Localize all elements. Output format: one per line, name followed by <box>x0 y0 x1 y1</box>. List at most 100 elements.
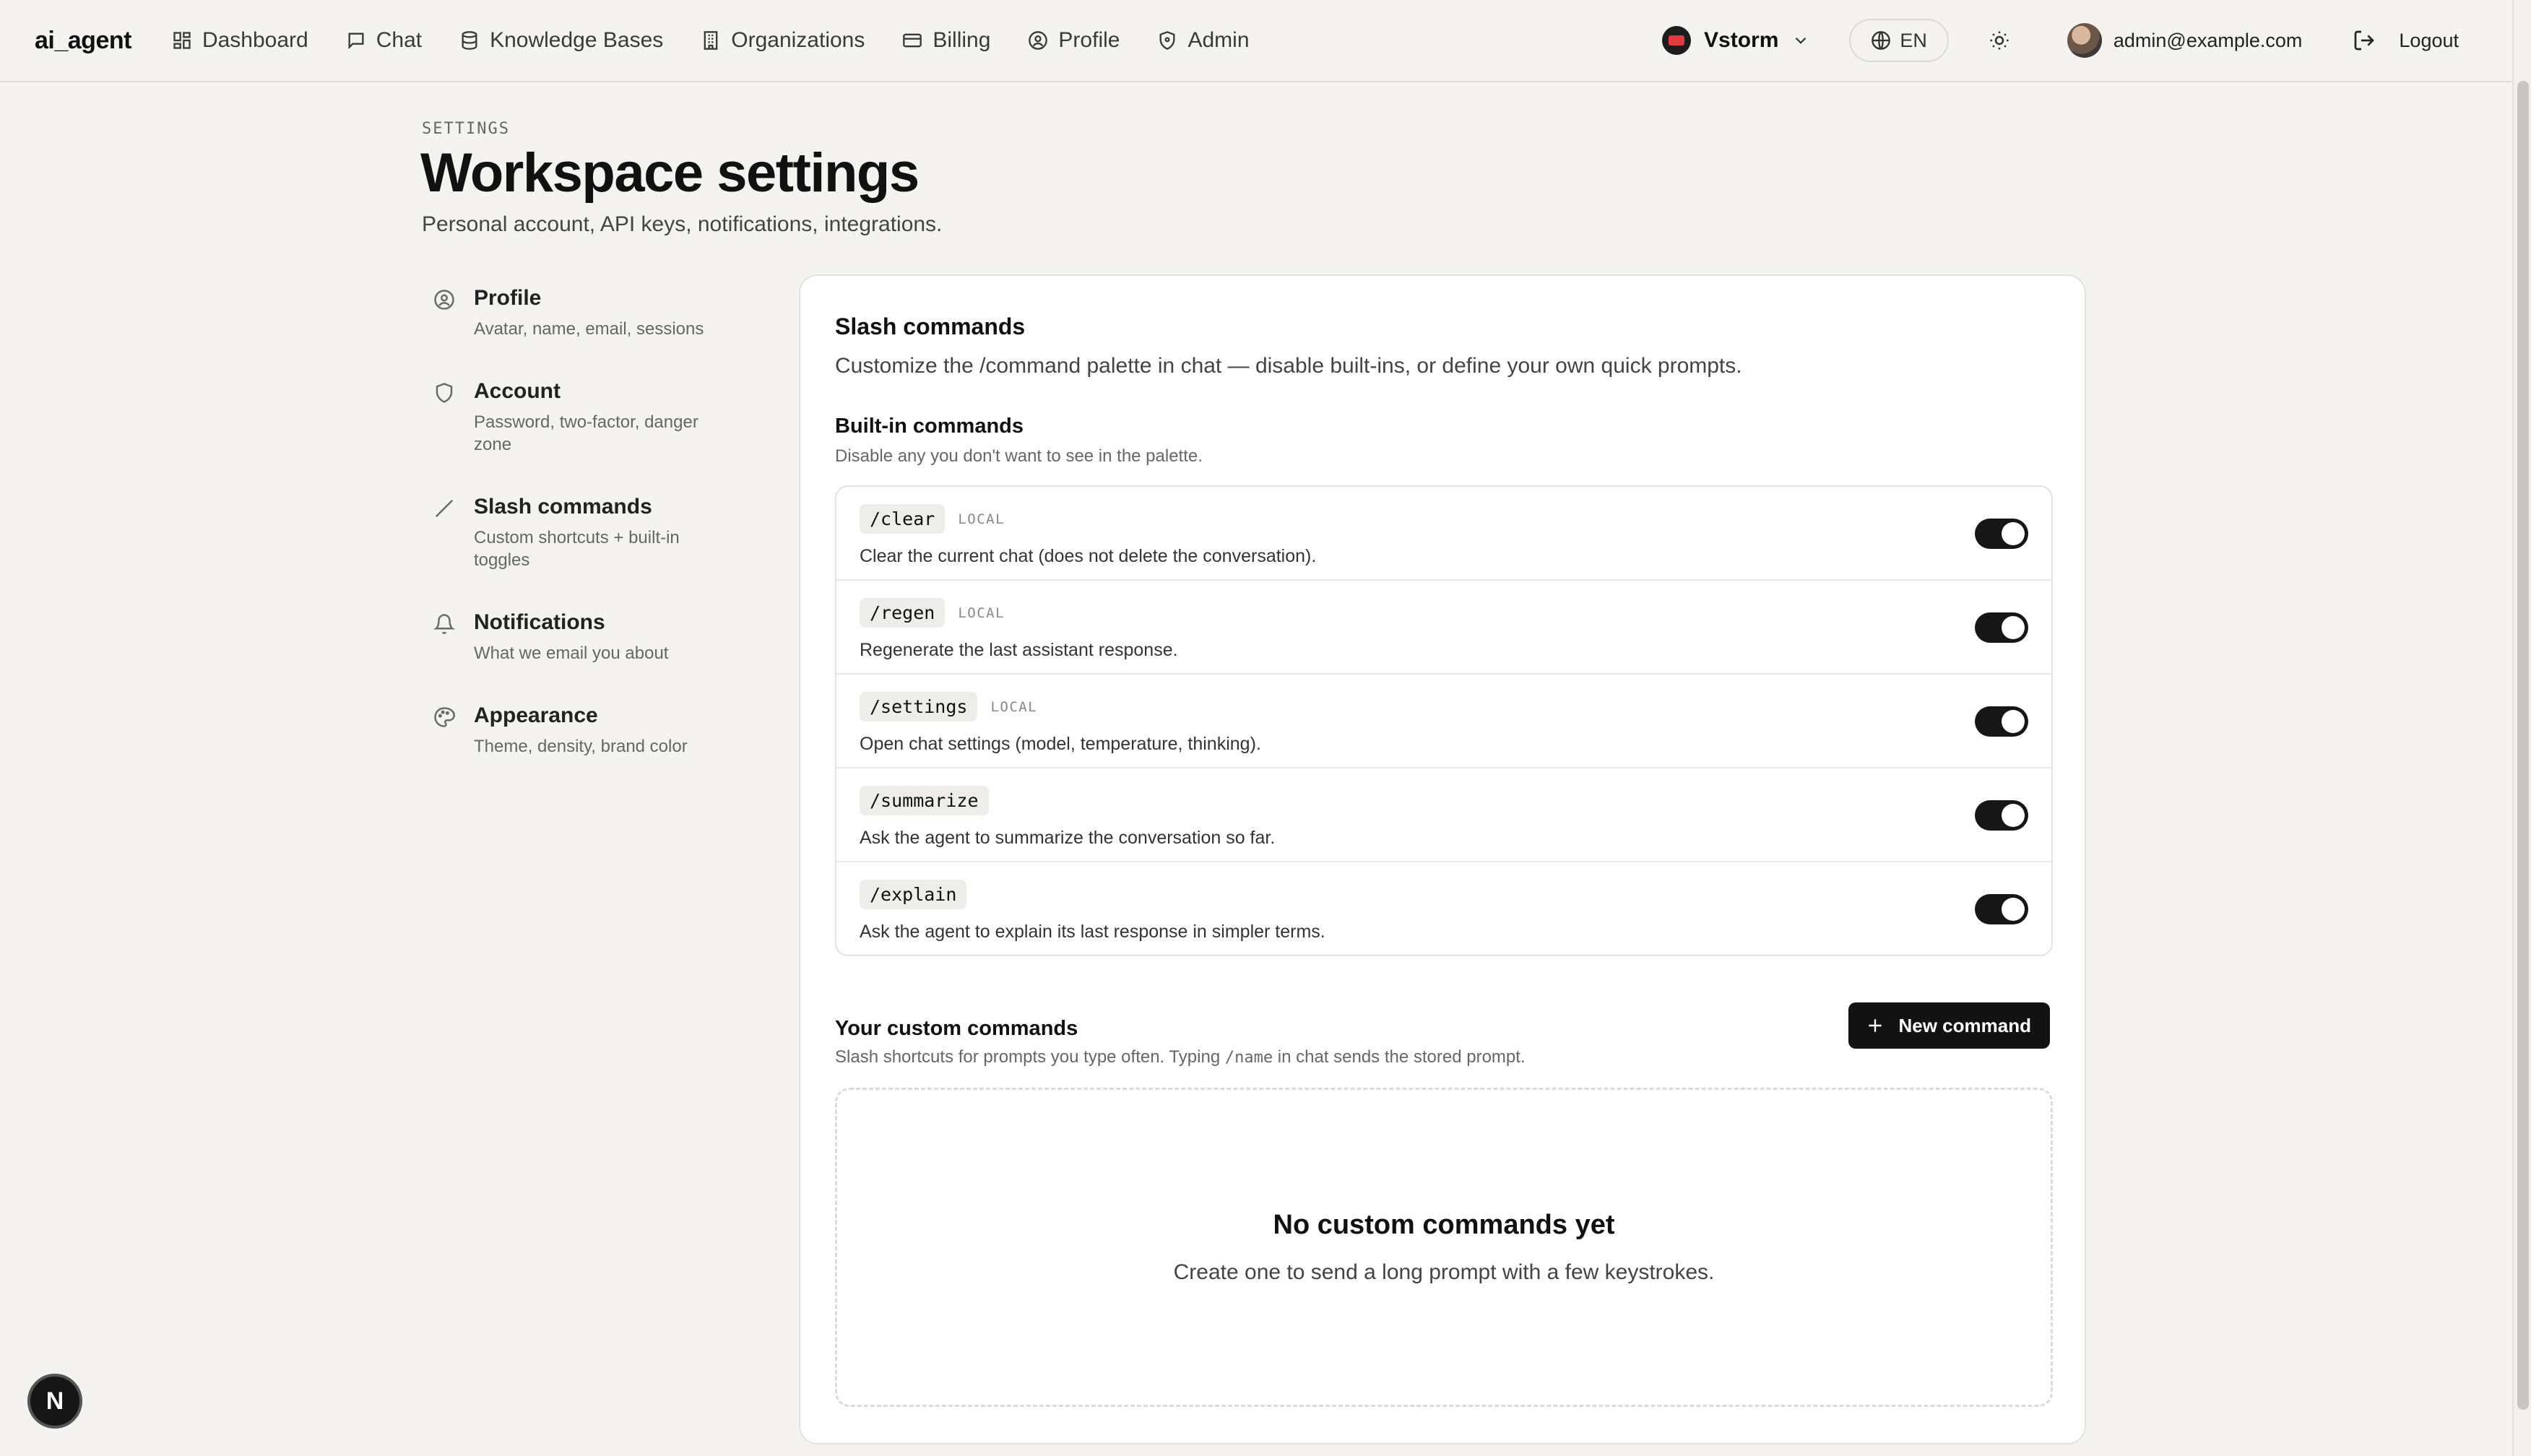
top-navbar: ai_agent Dashboard Chat Knowledge Bases … <box>0 0 2512 82</box>
slash-commands-panel: Slash commands Customize the /command pa… <box>799 274 2086 1444</box>
list-item: /explain Ask the agent to explain its la… <box>836 862 2051 955</box>
user-email: admin@example.com <box>2113 29 2303 51</box>
page-title: Workspace settings <box>420 142 920 204</box>
command-desc: Ask the agent to explain its last respon… <box>860 922 1325 942</box>
navbar-right: Vstorm EN admin@example.com Logout <box>1662 19 2512 62</box>
shield-icon <box>1159 31 1175 50</box>
nav-label: Admin <box>1187 28 1250 52</box>
panel-subtitle: Customize the /command palette in chat —… <box>835 354 1742 378</box>
org-switcher[interactable]: Vstorm <box>1662 26 1810 55</box>
globe-icon <box>1872 31 1891 50</box>
nav-label: Chat <box>376 28 423 52</box>
nav-billing[interactable]: Billing <box>902 28 990 53</box>
user-circle-icon <box>434 290 454 310</box>
nav-organizations[interactable]: Organizations <box>701 28 865 53</box>
main-nav: Dashboard Chat Knowledge Bases Organizat… <box>172 28 1250 53</box>
app-logo[interactable]: ai_agent <box>35 27 131 55</box>
nav-dashboard[interactable]: Dashboard <box>172 28 308 53</box>
command-name: /summarize <box>860 786 989 815</box>
sidebar-item-desc: Custom shortcuts + built-in toggles <box>474 528 680 570</box>
command-desc: Regenerate the last assistant response. <box>860 640 1178 660</box>
shield-icon <box>436 383 453 403</box>
sidebar-item-slash-commands[interactable]: Slash commands Custom shortcuts + built-… <box>433 495 744 571</box>
settings-sidebar: Profile Avatar, name, email, sessions Ac… <box>433 286 744 797</box>
nav-label: Organizations <box>731 28 865 52</box>
chat-icon <box>348 32 364 50</box>
language-switcher[interactable]: EN <box>1849 19 1949 62</box>
nav-admin[interactable]: Admin <box>1157 28 1250 53</box>
command-toggle[interactable] <box>1975 706 2028 737</box>
card-icon <box>903 33 922 48</box>
nav-label: Profile <box>1058 28 1120 52</box>
sidebar-item-title: Slash commands <box>474 495 652 519</box>
language-label: EN <box>1900 29 1927 51</box>
page-eyebrow: SETTINGS <box>422 120 510 138</box>
chevron-down-icon <box>1796 37 1807 44</box>
command-desc: Clear the current chat (does not delete … <box>860 546 1317 566</box>
nav-label: Billing <box>933 28 991 52</box>
sidebar-item-account[interactable]: Account Password, two-factor, danger zon… <box>433 379 744 456</box>
nav-knowledge-bases[interactable]: Knowledge Bases <box>459 28 663 53</box>
sidebar-item-profile[interactable]: Profile Avatar, name, email, sessions <box>433 286 744 340</box>
list-item: /regen LOCAL Regenerate the last assista… <box>836 581 2051 675</box>
dashboard-icon <box>173 32 191 49</box>
command-tag: LOCAL <box>958 604 1005 621</box>
page-subtitle: Personal account, API keys, notification… <box>422 212 943 236</box>
custom-commands-empty-state: No custom commands yet Create one to sen… <box>835 1088 2053 1407</box>
sidebar-item-desc: Theme, density, brand color <box>474 737 688 756</box>
logout-button[interactable]: Logout <box>2353 29 2459 52</box>
sun-icon <box>1990 31 2009 50</box>
command-name: /regen <box>860 598 946 628</box>
plus-icon <box>1868 1019 1882 1032</box>
command-tag: LOCAL <box>958 511 1005 527</box>
page-scrollbar[interactable] <box>2512 0 2531 1456</box>
command-name: /explain <box>860 880 967 909</box>
theme-toggle[interactable] <box>1978 19 2021 62</box>
subtitle-code: /name <box>1224 1049 1273 1067</box>
command-toggle[interactable] <box>1975 800 2028 831</box>
builtin-command-list: /clear LOCAL Clear the current chat (doe… <box>835 485 2053 956</box>
panel-title: Slash commands <box>835 313 1026 339</box>
sidebar-item-appearance[interactable]: Appearance Theme, density, brand color <box>433 703 744 758</box>
nav-label: Dashboard <box>202 28 308 52</box>
user-circle-icon <box>1029 31 1048 50</box>
list-item: /settings LOCAL Open chat settings (mode… <box>836 675 2051 768</box>
subtitle-text: in chat sends the stored prompt. <box>1273 1047 1526 1067</box>
command-toggle[interactable] <box>1975 612 2028 643</box>
avatar <box>2067 23 2102 58</box>
new-command-button[interactable]: New command <box>1848 1002 2050 1049</box>
subtitle-text: Slash shortcuts for prompts you type oft… <box>835 1047 1225 1067</box>
palette-icon <box>434 707 455 727</box>
org-name: Vstorm <box>1704 28 1779 52</box>
empty-title: No custom commands yet <box>1273 1210 1615 1240</box>
custom-section-title: Your custom commands <box>835 1017 1078 1040</box>
dev-tools-badge[interactable]: N <box>27 1374 82 1429</box>
nav-profile[interactable]: Profile <box>1028 28 1120 53</box>
command-toggle[interactable] <box>1975 519 2028 549</box>
command-name: /settings <box>860 692 978 722</box>
new-command-label: New command <box>1898 1014 2032 1036</box>
list-item: /clear LOCAL Clear the current chat (doe… <box>836 487 2051 581</box>
sidebar-item-notifications[interactable]: Notifications What we email you about <box>433 610 744 664</box>
sidebar-item-title: Profile <box>474 286 542 310</box>
command-toggle[interactable] <box>1975 894 2028 924</box>
command-desc: Open chat settings (model, temperature, … <box>860 734 1261 754</box>
builtin-section-title: Built-in commands <box>835 415 1024 438</box>
builtin-section-subtitle: Disable any you don't want to see in the… <box>835 446 1203 466</box>
user-menu[interactable]: admin@example.com <box>2067 23 2303 58</box>
scrollbar-thumb[interactable] <box>2517 81 2529 1410</box>
command-tag: LOCAL <box>990 698 1038 715</box>
nav-chat[interactable]: Chat <box>346 28 422 53</box>
bell-icon <box>433 614 455 634</box>
sidebar-item-title: Notifications <box>474 610 605 634</box>
empty-subtitle: Create one to send a long prompt with a … <box>1173 1260 1715 1284</box>
list-item: /summarize Ask the agent to summarize th… <box>836 768 2051 862</box>
custom-section-subtitle: Slash shortcuts for prompts you type oft… <box>835 1047 1526 1067</box>
sidebar-item-desc: What we email you about <box>474 644 669 663</box>
slash-icon <box>435 499 454 518</box>
command-desc: Ask the agent to summarize the conversat… <box>860 828 1276 848</box>
sidebar-item-desc: Password, two-factor, danger zone <box>474 412 698 454</box>
sidebar-item-title: Appearance <box>474 703 598 727</box>
command-name: /clear <box>860 504 946 534</box>
building-icon <box>704 31 718 50</box>
